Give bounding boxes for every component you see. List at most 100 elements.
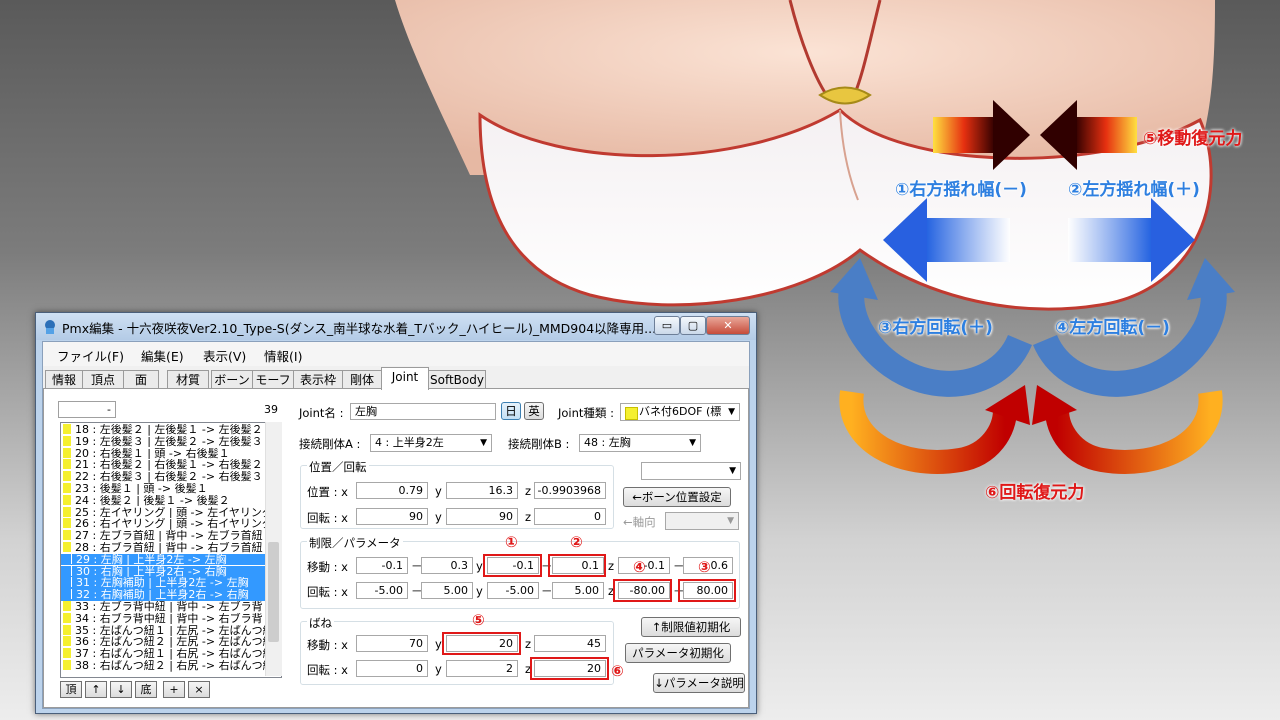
- list-item[interactable]: 38 : 右ぱんつ紐２ | 右尻 -> 右ぱんつ紐: [61, 660, 265, 672]
- minimize-button[interactable]: ▭: [654, 316, 680, 335]
- rotation-x-input[interactable]: 90: [356, 508, 428, 525]
- item-color-marker: [63, 660, 71, 670]
- position-rotation-title: 位置／回転: [307, 459, 369, 475]
- list-item[interactable]: 18 : 左後髪２ | 左後髪１ -> 左後髪２: [61, 424, 265, 436]
- z-label: z: [525, 510, 532, 524]
- menu-file[interactable]: ファイル(F): [57, 346, 124, 365]
- tab-material[interactable]: 材質: [167, 370, 209, 389]
- list-item[interactable]: 23 : 後髪１ | 頭 -> 後髪１: [61, 483, 265, 495]
- joint-list[interactable]: 18 : 左後髪２ | 左後髪１ -> 左後髪２ 19 : 左後髪３ | 左後髪２…: [60, 422, 282, 678]
- limit-move-x-max[interactable]: 0.3: [421, 557, 473, 574]
- list-filter-input[interactable]: -: [58, 401, 116, 418]
- list-item[interactable]: 19 : 左後髪３ | 左後髪２ -> 左後髪３: [61, 435, 265, 448]
- list-item[interactable]: 35 : 左ぱんつ紐１ | 左尻 -> 左ぱんつ紐: [61, 624, 265, 637]
- item-color-marker: [63, 435, 71, 446]
- list-item[interactable]: 29 : 左胸 | 上半身2左 -> 左胸: [61, 553, 265, 566]
- body-a-select[interactable]: 4 : 上半身2左 ▼: [370, 434, 492, 452]
- body-b-select[interactable]: 48 : 左胸 ▼: [579, 434, 701, 452]
- title-bar[interactable]: Pmx編集 - 十六夜咲夜Ver2.10_Type-S(ダンス_南半球な水着_T…: [36, 313, 756, 340]
- menu-edit[interactable]: 編集(E): [141, 346, 184, 365]
- limit-reset-button[interactable]: ↑制限値初期化: [641, 617, 741, 637]
- spring-rot-y-input[interactable]: 2: [446, 660, 518, 677]
- list-item[interactable]: 22 : 右後髪３ | 右後髪２ -> 右後髪３: [61, 471, 265, 483]
- list-item-text: 29 : 左胸 | 上半身2左 -> 左胸: [76, 553, 227, 566]
- list-item[interactable]: 21 : 右後髪２ | 右後髪１ -> 右後髪２: [61, 459, 265, 471]
- limit-move-x-min[interactable]: -0.1: [356, 557, 408, 574]
- list-item[interactable]: 33 : 左ブラ背中紐 | 背中 -> 左ブラ背: [61, 601, 265, 613]
- list-item[interactable]: 28 : 右ブラ首紐 | 背中 -> 右ブラ首紐: [61, 542, 265, 554]
- item-color-marker: [63, 565, 72, 576]
- nav-bottom-button[interactable]: 底: [135, 681, 157, 698]
- y-label: y: [476, 584, 483, 598]
- list-item[interactable]: 24 : 後髪２ | 後髪１ -> 後髪２: [61, 494, 265, 507]
- list-item[interactable]: 31 : 左胸補助 | 上半身2左 -> 左胸: [61, 577, 265, 589]
- z-label: z: [608, 559, 615, 573]
- y-label: y: [476, 559, 483, 573]
- delete-joint-button[interactable]: ×: [188, 681, 210, 698]
- marker-6: ⑥: [611, 662, 624, 680]
- axis-select[interactable]: ▼: [665, 512, 739, 530]
- add-joint-button[interactable]: +: [163, 681, 185, 698]
- highlight-box-1: [483, 554, 542, 577]
- tab-info[interactable]: 情報: [45, 370, 83, 389]
- nav-up-button[interactable]: ↑: [85, 681, 107, 698]
- english-name-button[interactable]: 英: [524, 402, 544, 420]
- menu-info[interactable]: 情報(I): [264, 346, 302, 365]
- position-x-input[interactable]: 0.79: [356, 482, 428, 499]
- list-item[interactable]: 27 : 左ブラ首紐 | 背中 -> 左ブラ首紐: [61, 530, 265, 542]
- japanese-name-button[interactable]: 日: [501, 402, 521, 420]
- limit-rot-y-max[interactable]: 5.00: [552, 582, 604, 599]
- list-item[interactable]: 25 : 左イヤリング | 頭 -> 左イヤリング: [61, 506, 265, 519]
- list-item-text: 30 : 右胸 | 上半身2右 -> 右胸: [76, 565, 227, 578]
- tab-rigid-body[interactable]: 剛体: [342, 370, 382, 389]
- y-label: y: [435, 662, 442, 676]
- nav-down-button[interactable]: ↓: [110, 681, 132, 698]
- bone-position-button[interactable]: ←ボーン位置設定: [623, 487, 731, 507]
- param-reset-button[interactable]: パラメータ初期化: [625, 643, 731, 663]
- restore-move-label: ⑤移動復元力: [1143, 129, 1243, 149]
- joint-type-select[interactable]: バネ付6DOF (標 ▼: [620, 403, 740, 421]
- list-item[interactable]: 20 : 右後髪１ | 頭 -> 右後髪１: [61, 447, 265, 460]
- close-button[interactable]: ✕: [706, 316, 750, 335]
- list-item[interactable]: 30 : 右胸 | 上半身2右 -> 右胸: [61, 565, 265, 578]
- tab-softbody[interactable]: SoftBody: [428, 370, 486, 389]
- limit-rot-x-min[interactable]: -5.00: [356, 582, 408, 599]
- list-item[interactable]: 34 : 右ブラ背中紐 | 背中 -> 右ブラ背: [61, 612, 265, 625]
- position-z-input[interactable]: -0.9903968: [534, 482, 606, 499]
- tab-bone[interactable]: ボーン: [211, 370, 253, 389]
- joint-type-label: Joint種類 :: [558, 406, 614, 420]
- rotation-z-input[interactable]: 0: [534, 508, 606, 525]
- menu-view[interactable]: 表示(V): [203, 346, 246, 365]
- item-color-marker: [63, 636, 71, 647]
- marker-2: ②: [570, 533, 583, 551]
- list-item-text: 18 : 左後髪２ | 左後髪１ -> 左後髪２: [75, 424, 263, 436]
- param-help-button[interactable]: ↓パラメータ説明: [653, 673, 745, 693]
- list-item[interactable]: 36 : 左ぱんつ紐２ | 左尻 -> 左ぱんつ紐: [61, 636, 265, 648]
- spring-move-z-input[interactable]: 45: [534, 635, 606, 652]
- app-icon: [45, 320, 55, 334]
- preset-select[interactable]: ▼: [641, 462, 741, 480]
- tab-morph[interactable]: モーフ: [252, 370, 294, 389]
- tab-face[interactable]: 面: [123, 370, 159, 389]
- list-item[interactable]: 37 : 右ぱんつ紐１ | 右尻 -> 右ぱんつ紐: [61, 648, 265, 660]
- maximize-button[interactable]: ▢: [680, 316, 706, 335]
- list-scrollbar[interactable]: [265, 422, 282, 676]
- tab-display-frame[interactable]: 表示枠: [293, 370, 343, 389]
- rotation-y-input[interactable]: 90: [446, 508, 518, 525]
- y-label: y: [435, 637, 442, 651]
- spring-rot-x-input[interactable]: 0: [356, 660, 428, 677]
- body-a-value: 4 : 上半身2左: [375, 436, 444, 449]
- limit-rot-y-min[interactable]: -5.00: [487, 582, 539, 599]
- list-item[interactable]: 26 : 右イヤリング | 頭 -> 右イヤリング: [61, 518, 265, 530]
- nav-top-button[interactable]: 頂: [60, 681, 82, 698]
- spring-move-x-input[interactable]: 70: [356, 635, 428, 652]
- tab-strip: 情報 頂点 面 材質 ボーン モーフ 表示枠 剛体 Joint SoftBody: [43, 367, 749, 390]
- tab-joint[interactable]: Joint: [381, 367, 429, 390]
- list-item-text: 36 : 左ぱんつ紐２ | 左尻 -> 左ぱんつ紐: [75, 636, 265, 648]
- joint-name-input[interactable]: 左胸: [350, 403, 496, 420]
- tab-vertex[interactable]: 頂点: [82, 370, 124, 389]
- list-item[interactable]: 32 : 右胸補助 | 上半身2右 -> 右胸: [61, 589, 265, 601]
- position-y-input[interactable]: 16.3: [446, 482, 518, 499]
- limit-rot-x-max[interactable]: 5.00: [421, 582, 473, 599]
- scrollbar-thumb[interactable]: [268, 542, 279, 642]
